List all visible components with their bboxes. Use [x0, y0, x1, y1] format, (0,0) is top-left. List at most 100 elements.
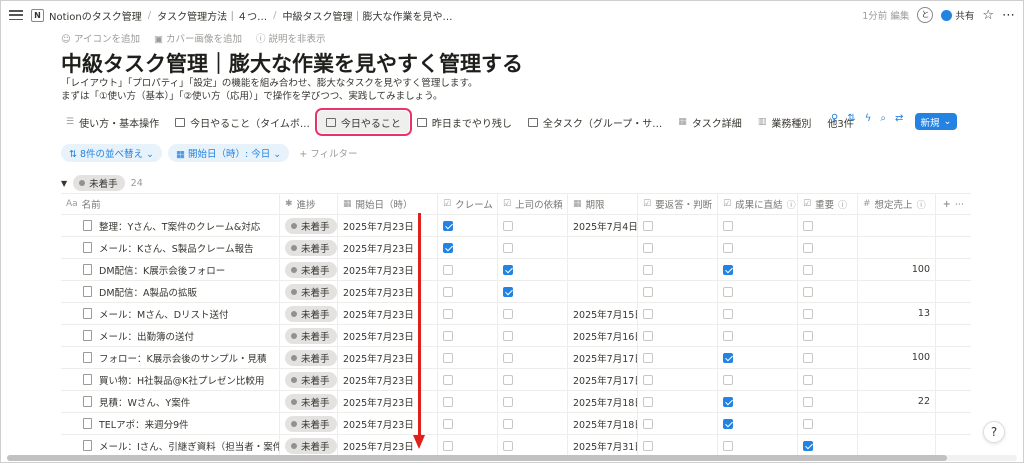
breadcrumb-parent[interactable]: タスク管理方法｜４つ… [157, 8, 267, 23]
table-row[interactable]: DM配信：K展示会後フォロー 未着手 2025年7月23日 100 [61, 259, 971, 281]
cell-due[interactable]: 2025年7月18日 [568, 413, 638, 434]
column-header-boss[interactable]: ☑ 上司の依頼 [498, 194, 568, 214]
add-column-icon[interactable]: + [943, 199, 951, 210]
cell-sales[interactable] [858, 215, 936, 236]
table-row[interactable]: メール：Mさん、Dリスト送付 未着手 2025年7月23日 2025年7月15日 13 [61, 303, 971, 325]
cell-start[interactable]: 2025年7月23日 [338, 347, 438, 368]
settings-icon[interactable]: ⇄ [895, 113, 903, 124]
status-pill[interactable]: 未着手 [285, 261, 337, 278]
cell-name[interactable]: メール：Mさん、Dリスト送付 [61, 303, 280, 324]
add-filter-button[interactable]: + フィルター [299, 146, 357, 160]
cell-start[interactable]: 2025年7月23日 [338, 325, 438, 346]
collapse-caret-icon[interactable]: ▼ [61, 179, 67, 188]
cell-progress[interactable]: 未着手 [280, 435, 338, 456]
checkbox-boss[interactable] [503, 330, 513, 341]
cell-name[interactable]: メール：Kさん、S製品クレーム報告 [61, 237, 280, 258]
cell-due[interactable]: 2025年7月15日 [568, 303, 638, 324]
table-row[interactable]: メール：Kさん、S製品クレーム報告 未着手 2025年7月23日 [61, 237, 971, 259]
status-pill[interactable]: 未着手 [285, 217, 337, 234]
checkbox-boss[interactable] [503, 374, 513, 385]
date-filter-chip[interactable]: ▦ 開始日（時）: 今日 ⌄ [168, 144, 290, 162]
checkbox-result[interactable] [723, 440, 733, 451]
checkbox-reply[interactable] [643, 352, 653, 363]
checkbox-claim[interactable] [443, 352, 453, 363]
info-icon[interactable]: ⓘ [917, 198, 926, 211]
checkbox-result[interactable] [723, 374, 733, 385]
info-icon[interactable]: ⓘ [838, 198, 847, 211]
table-row[interactable]: TELアポ：来週分9件 未着手 2025年7月23日 2025年7月18日 [61, 413, 971, 435]
group-status-pill[interactable]: 未着手 [73, 175, 125, 191]
checkbox-result[interactable] [723, 242, 733, 253]
cell-due[interactable] [568, 259, 638, 280]
cell-start[interactable]: 2025年7月23日 [338, 391, 438, 412]
checkbox-boss[interactable] [503, 440, 513, 451]
checkbox-important[interactable] [803, 220, 813, 231]
column-header-claim[interactable]: ☑ クレーム [438, 194, 498, 214]
table-row[interactable]: DM配信：A製品の拡販 未着手 2025年7月23日 [61, 281, 971, 303]
cell-name[interactable]: フォロー：K展示会後のサンプル・見積 [61, 347, 280, 368]
cell-start[interactable]: 2025年7月23日 [338, 215, 438, 236]
checkbox-reply[interactable] [643, 440, 653, 451]
cell-due[interactable] [568, 281, 638, 302]
checkbox-claim[interactable] [443, 396, 453, 407]
cell-sales[interactable] [858, 369, 936, 390]
column-header-result[interactable]: ☑ 成果に直結 ⓘ [718, 194, 798, 214]
cell-due[interactable]: 2025年7月4日 [568, 215, 638, 236]
row-title[interactable]: メール：Mさん、Dリスト送付 [99, 307, 229, 321]
checkbox-important[interactable] [803, 352, 813, 363]
sort-icon[interactable]: ⇅ [847, 113, 855, 124]
cell-progress[interactable]: 未着手 [280, 237, 338, 258]
checkbox-boss[interactable] [503, 352, 513, 363]
cell-due[interactable]: 2025年7月17日 [568, 369, 638, 390]
cell-progress[interactable]: 未着手 [280, 215, 338, 236]
page-title[interactable]: 中級タスク管理｜膨大な作業を見やすく管理する [61, 48, 523, 78]
checkbox-claim[interactable] [443, 418, 453, 429]
hide-description-button[interactable]: ⓘ 説明を非表示 [256, 31, 326, 45]
status-pill[interactable]: 未着手 [285, 437, 337, 454]
cell-sales[interactable] [858, 435, 936, 456]
checkbox-claim[interactable] [443, 220, 453, 231]
tab-work-type[interactable]: ▥ 業務種別 [750, 111, 820, 133]
checkbox-reply[interactable] [643, 330, 653, 341]
checkbox-claim[interactable] [443, 374, 453, 385]
checkbox-important[interactable] [803, 264, 813, 275]
cell-start[interactable]: 2025年7月23日 [338, 237, 438, 258]
cell-progress[interactable]: 未着手 [280, 325, 338, 346]
status-pill[interactable]: 未着手 [285, 283, 337, 300]
checkbox-claim[interactable] [443, 440, 453, 451]
row-title[interactable]: TELアポ：来週分9件 [99, 417, 189, 431]
checkbox-boss[interactable] [503, 242, 513, 253]
status-pill[interactable]: 未着手 [285, 305, 337, 322]
info-icon[interactable]: ⓘ [787, 198, 796, 211]
checkbox-boss[interactable] [503, 264, 513, 275]
cell-start[interactable]: 2025年7月23日 [338, 259, 438, 280]
row-title[interactable]: フォロー：K展示会後のサンプル・見積 [99, 351, 266, 365]
checkbox-important[interactable] [803, 286, 813, 297]
checkbox-claim[interactable] [443, 242, 453, 253]
more-icon[interactable]: ⋯ [1002, 8, 1015, 23]
status-pill[interactable]: 未着手 [285, 371, 337, 388]
table-row[interactable]: フォロー：K展示会後のサンプル・見積 未着手 2025年7月23日 2025年7月17… [61, 347, 971, 369]
row-title[interactable]: メール：出勤簿の送付 [99, 329, 194, 343]
page-description[interactable]: 「レイアウト」「プロパティ」「設定」の機能を組み合わせ、膨大なタスクを見やすく管… [61, 77, 477, 103]
cell-start[interactable]: 2025年7月23日 [338, 281, 438, 302]
cell-name[interactable]: メール：Iさん、引継ぎ資料（担当者・案件・情報 [61, 435, 280, 456]
status-pill[interactable]: 未着手 [285, 393, 337, 410]
table-row[interactable]: メール：出勤簿の送付 未着手 2025年7月23日 2025年7月16日 [61, 325, 971, 347]
cell-progress[interactable]: 未着手 [280, 281, 338, 302]
star-icon[interactable]: ☆ [982, 8, 994, 23]
row-title[interactable]: メール：Iさん、引継ぎ資料（担当者・案件・情報 [99, 439, 279, 453]
row-title[interactable]: DM配信：A製品の拡販 [99, 285, 197, 299]
cell-progress[interactable]: 未着手 [280, 413, 338, 434]
cell-name[interactable]: 整理：Yさん、T案件のクレーム&対応 [61, 215, 280, 236]
checkbox-important[interactable] [803, 330, 813, 341]
cell-start[interactable]: 2025年7月23日 [338, 413, 438, 434]
table-row[interactable]: 整理：Yさん、T案件のクレーム&対応 未着手 2025年7月23日 2025年7月4日 [61, 215, 971, 237]
table-row[interactable]: メール：Iさん、引継ぎ資料（担当者・案件・情報 未着手 2025年7月23日 2025… [61, 435, 971, 457]
tab-all-tasks[interactable]: 全タスク（グループ・サ… [520, 111, 670, 133]
new-button[interactable]: 新規 ⌄ [915, 113, 957, 130]
status-pill[interactable]: 未着手 [285, 327, 337, 344]
cell-progress[interactable]: 未着手 [280, 259, 338, 280]
cell-due[interactable]: 2025年7月17日 [568, 347, 638, 368]
checkbox-result[interactable] [723, 396, 733, 407]
